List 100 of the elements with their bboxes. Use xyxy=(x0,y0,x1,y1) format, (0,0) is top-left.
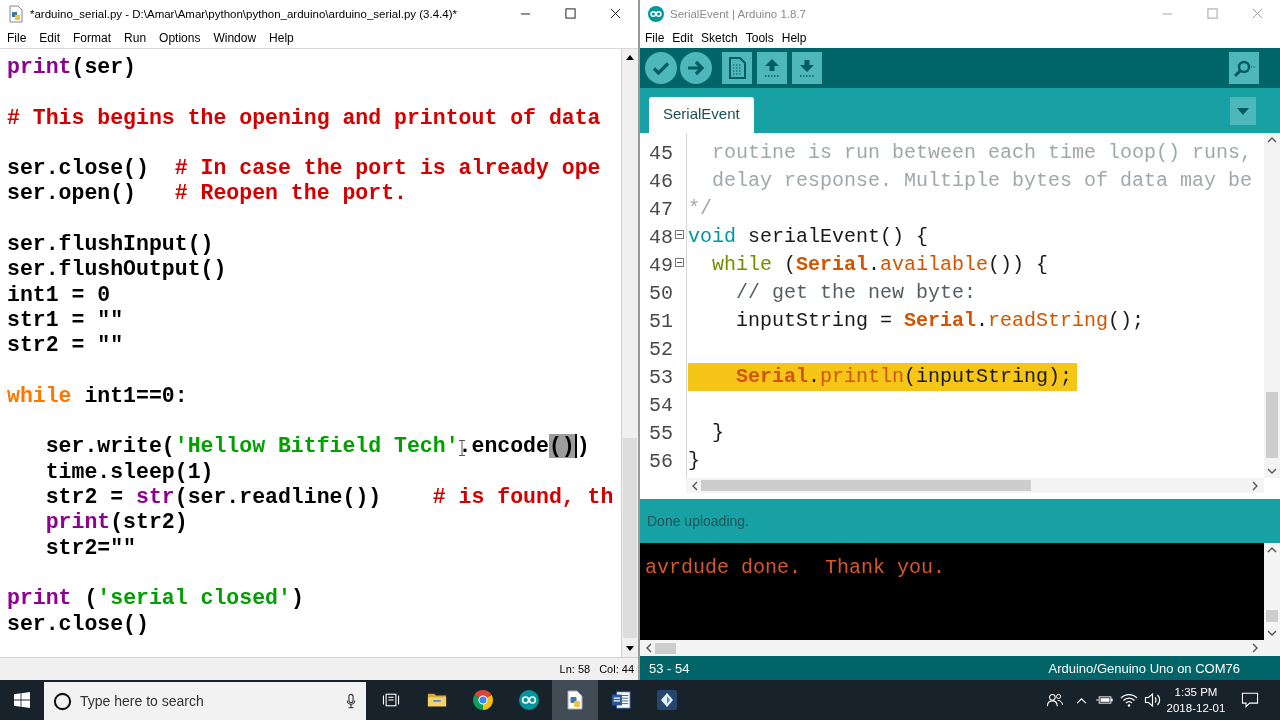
tab[interactable]: SerialEvent xyxy=(649,97,754,133)
menu-item[interactable]: File xyxy=(641,30,669,46)
line-number: 54 xyxy=(648,393,674,417)
code-line: print(ser) xyxy=(7,55,137,81)
code-line: str2 = str(ser.readline()) # is found, th xyxy=(44,485,614,511)
code-line: print ('serial closed') xyxy=(7,586,304,612)
code-line: int1 = 0 xyxy=(7,282,111,308)
code-line: ser.flushOutput() xyxy=(7,257,227,283)
column-indicator: Col: 44 xyxy=(599,663,634,675)
menu-item[interactable]: Window xyxy=(208,30,262,46)
scroll-down-icon[interactable] xyxy=(1267,630,1277,636)
window-title: *arduino_serial.py - D:\Amar\Amar\python\python_arduino\arduino_serial.py (3.4.4)* xyxy=(30,8,457,20)
code-line: routine is run between each time loop() runs, xyxy=(711,140,1253,166)
magnifier-icon[interactable] xyxy=(1229,52,1259,84)
line-number: 50 xyxy=(648,281,674,305)
code-line: time.sleep(1) xyxy=(44,459,214,486)
menu-item[interactable]: File xyxy=(2,30,32,46)
scroll-down-icon[interactable] xyxy=(626,646,634,651)
line-number: 48 xyxy=(648,225,674,249)
search-bar[interactable]: Type here to search xyxy=(44,682,366,720)
taskbar-button[interactable] xyxy=(552,680,598,720)
search-field[interactable]: Type here to search xyxy=(80,689,340,713)
people-icon[interactable] xyxy=(1046,692,1064,708)
horizontal-scrollbar[interactable] xyxy=(686,478,1264,493)
scroll-up-icon[interactable] xyxy=(1267,137,1277,143)
wifi-icon[interactable] xyxy=(1120,692,1138,708)
vertical-scrollbar[interactable] xyxy=(621,49,638,657)
check-icon[interactable] xyxy=(645,52,677,84)
code-line: ser.write('Hellow Bitfield Tech'.encode()) xyxy=(44,434,590,460)
horizontal-scrollbar[interactable] xyxy=(640,640,1280,656)
board-label: Arduino/Genuino Uno on COM76 xyxy=(1048,660,1240,676)
code-line: // get the new byte: xyxy=(735,280,977,306)
code-line: inputString = Serial.readString(); xyxy=(735,308,1145,334)
menu-item[interactable]: Tools xyxy=(741,30,778,46)
scroll-right-icon[interactable] xyxy=(1252,643,1258,653)
line-number: 56 xyxy=(648,449,674,473)
menu-item[interactable]: Format xyxy=(68,30,117,46)
scroll-left-icon[interactable] xyxy=(692,480,698,491)
scroll-up-icon[interactable] xyxy=(626,55,634,60)
menu-item[interactable]: Options xyxy=(154,30,206,46)
notification-icon[interactable] xyxy=(1241,692,1259,708)
clock-date[interactable]: 2018-12-01 xyxy=(1166,700,1226,716)
line-number: 49 xyxy=(648,253,674,277)
microphone-icon[interactable] xyxy=(346,693,356,709)
code-line: str1 = "" xyxy=(7,307,124,334)
line-number: 45 xyxy=(648,141,674,165)
scroll-thumb[interactable] xyxy=(701,480,1031,491)
line-number: 47 xyxy=(648,197,674,221)
minus-box-icon[interactable] xyxy=(675,257,684,267)
menu-item[interactable]: Edit xyxy=(34,30,66,46)
vertical-scrollbar[interactable] xyxy=(1264,133,1280,478)
scroll-right-icon[interactable] xyxy=(1252,480,1258,491)
status-message: Done uploading. xyxy=(647,513,749,529)
code-line: # This begins the opening and printout of data xyxy=(7,105,601,131)
code-line: while int1==0: xyxy=(7,383,188,410)
code-line: ser.close() # In case the port is already ope xyxy=(7,156,601,182)
minus-box-icon[interactable] xyxy=(675,229,684,239)
page-icon xyxy=(8,5,24,23)
scroll-down-icon[interactable] xyxy=(1267,468,1277,474)
line-number: 51 xyxy=(648,309,674,333)
scroll-thumb[interactable] xyxy=(623,438,637,638)
code-line: str2 = "" xyxy=(7,333,124,359)
document-icon[interactable] xyxy=(722,52,752,84)
scroll-thumb[interactable] xyxy=(1266,610,1278,622)
scroll-left-icon[interactable] xyxy=(646,643,652,653)
scroll-thumb[interactable] xyxy=(655,642,676,654)
scroll-up-icon[interactable] xyxy=(1267,547,1277,553)
vertical-scrollbar[interactable] xyxy=(1264,543,1280,640)
menu-item[interactable]: Run xyxy=(119,30,152,46)
code-line: void serialEvent() { xyxy=(688,224,929,250)
menu-item[interactable]: Help xyxy=(264,30,299,46)
scroll-thumb[interactable] xyxy=(1266,392,1278,458)
code-line: print(str2) xyxy=(44,510,188,536)
menu-item[interactable]: Edit xyxy=(668,30,698,46)
line-number: 52 xyxy=(648,337,674,361)
code-line: } xyxy=(711,420,724,446)
code-line: while (Serial.available()) { xyxy=(711,252,1049,278)
code-line: ser.flushInput() xyxy=(7,232,214,258)
speaker-icon[interactable] xyxy=(1144,692,1162,708)
code-line: ser.open() # Reopen the port. xyxy=(7,181,407,207)
code-line: str2="" xyxy=(44,535,137,561)
menu-item[interactable]: Help xyxy=(777,30,811,46)
task-view-icon[interactable] xyxy=(382,692,400,708)
page-icon xyxy=(565,690,585,710)
menu-item[interactable]: Sketch xyxy=(697,30,742,46)
code-line: } xyxy=(688,448,700,474)
dropdown-icon[interactable] xyxy=(1230,96,1256,125)
line-number: 55 xyxy=(648,421,674,445)
clock-time[interactable]: 1:35 PM xyxy=(1174,684,1218,700)
window-title: SerialEvent | Arduino 1.8.7 xyxy=(670,8,806,20)
line-number: 53 xyxy=(648,365,674,389)
windows-logo-icon[interactable] xyxy=(14,692,30,708)
console-line: avrdude done. Thank you. xyxy=(645,556,946,579)
ring-icon xyxy=(53,691,72,711)
color-wheel-icon xyxy=(473,690,493,710)
line-number: 46 xyxy=(648,169,674,193)
infinity-icon xyxy=(648,5,664,23)
infinity-icon xyxy=(519,690,539,710)
chevron-up-icon[interactable] xyxy=(1075,696,1087,704)
line-indicator: Ln: 58 xyxy=(559,663,591,675)
